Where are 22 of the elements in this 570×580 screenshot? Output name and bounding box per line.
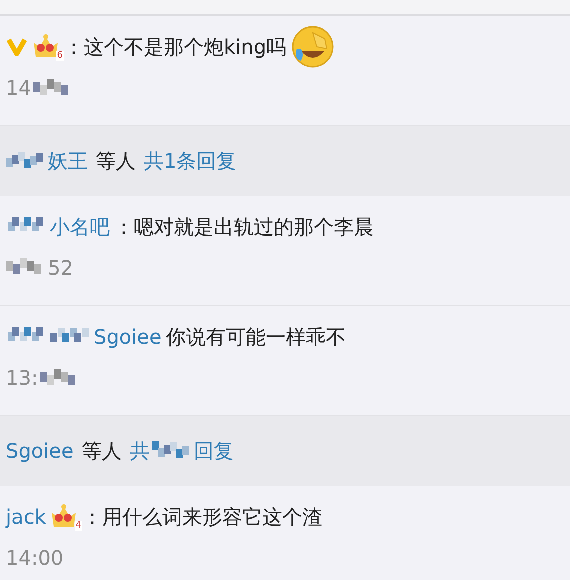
comment-text: 你说有可能一样乖不 bbox=[166, 324, 346, 350]
user-name[interactable]: 小名吧 bbox=[50, 214, 110, 240]
reply-count-link[interactable]: 回复 bbox=[194, 438, 234, 464]
pixelated-mosaic bbox=[152, 441, 192, 461]
comment-text: ：用什么词来形容它这个渣 bbox=[82, 504, 322, 530]
comment-text: ：嗯对就是出轨过的那个李晨 bbox=[114, 214, 374, 240]
user-name[interactable]: 妖王 bbox=[48, 148, 88, 174]
others-label: 等人 bbox=[80, 438, 123, 464]
reply-count-link[interactable]: 共1条回复 bbox=[144, 148, 237, 174]
user-name[interactable]: jack bbox=[6, 505, 46, 529]
comment-text: ：这个不是那个炮king吗 bbox=[64, 34, 287, 60]
verified-v-icon bbox=[6, 37, 28, 57]
comment-time: 52 bbox=[48, 256, 74, 280]
user-name[interactable]: Sgoiee bbox=[6, 439, 74, 463]
reply-count-link[interactable]: 共 bbox=[130, 438, 150, 464]
emoji-icon bbox=[290, 25, 335, 69]
pixelated-mosaic bbox=[6, 151, 46, 171]
others-label: 等人 bbox=[95, 148, 137, 174]
comment-time: 13: bbox=[6, 366, 38, 390]
comment-time: 14 bbox=[6, 76, 32, 100]
comment-time: 14:00 bbox=[6, 546, 64, 570]
user-name[interactable]: Sgoiee bbox=[94, 325, 162, 349]
